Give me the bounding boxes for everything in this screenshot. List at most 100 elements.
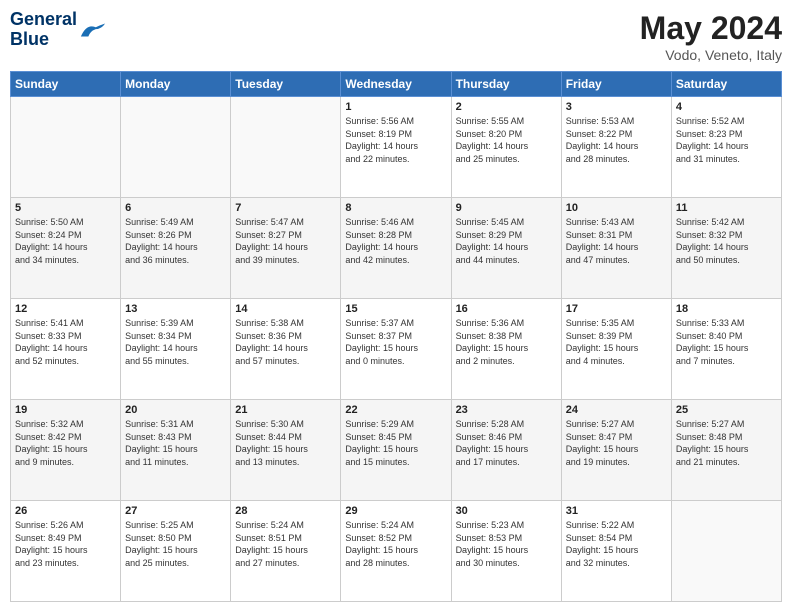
- day-number: 29: [345, 505, 446, 517]
- table-cell: 14 Sunrise: 5:38 AM Sunset: 8:36 PM Dayli…: [231, 299, 341, 400]
- day-info: Sunrise: 5:36 AM Sunset: 8:38 PM Dayligh…: [456, 317, 557, 367]
- table-cell: 11 Sunrise: 5:42 AM Sunset: 8:32 PM Dayli…: [671, 198, 781, 299]
- table-cell: 21 Sunrise: 5:30 AM Sunset: 8:44 PM Dayli…: [231, 400, 341, 501]
- day-info: Sunrise: 5:52 AM Sunset: 8:23 PM Dayligh…: [676, 115, 777, 165]
- header: General Blue May 2024 Vodo, Veneto, Ital…: [10, 10, 782, 63]
- day-number: 30: [456, 505, 557, 517]
- day-number: 3: [566, 101, 667, 113]
- day-number: 22: [345, 404, 446, 416]
- table-cell: [121, 97, 231, 198]
- day-number: 9: [456, 202, 557, 214]
- page-container: General Blue May 2024 Vodo, Veneto, Ital…: [0, 0, 792, 612]
- day-number: 8: [345, 202, 446, 214]
- day-number: 27: [125, 505, 226, 517]
- day-info: Sunrise: 5:29 AM Sunset: 8:45 PM Dayligh…: [345, 418, 446, 468]
- day-info: Sunrise: 5:47 AM Sunset: 8:27 PM Dayligh…: [235, 216, 336, 266]
- day-info: Sunrise: 5:42 AM Sunset: 8:32 PM Dayligh…: [676, 216, 777, 266]
- table-cell: 7 Sunrise: 5:47 AM Sunset: 8:27 PM Daylig…: [231, 198, 341, 299]
- logo-bird-icon: [79, 19, 107, 41]
- table-cell: 19 Sunrise: 5:32 AM Sunset: 8:42 PM Dayli…: [11, 400, 121, 501]
- table-cell: 25Sunrise: 5:27 AM Sunset: 8:48 PM Dayli…: [671, 400, 781, 501]
- table-cell: 28Sunrise: 5:24 AM Sunset: 8:51 PM Dayli…: [231, 501, 341, 602]
- calendar-table: Sunday Monday Tuesday Wednesday Thursday…: [10, 71, 782, 602]
- table-cell: 26 Sunrise: 5:26 AM Sunset: 8:49 PM Dayli…: [11, 501, 121, 602]
- day-info: Sunrise: 5:38 AM Sunset: 8:36 PM Dayligh…: [235, 317, 336, 367]
- logo-general-dark: General: [10, 9, 77, 29]
- subtitle: Vodo, Veneto, Italy: [640, 47, 782, 63]
- day-info: Sunrise: 5:56 AM Sunset: 8:19 PM Dayligh…: [345, 115, 446, 165]
- day-number: 5: [15, 202, 116, 214]
- table-cell: 4 Sunrise: 5:52 AM Sunset: 8:23 PM Daylig…: [671, 97, 781, 198]
- table-cell: 13Sunrise: 5:39 AM Sunset: 8:34 PM Dayli…: [121, 299, 231, 400]
- day-info: Sunrise: 5:41 AM Sunset: 8:33 PM Dayligh…: [15, 317, 116, 367]
- calendar-header-row: Sunday Monday Tuesday Wednesday Thursday…: [11, 72, 782, 97]
- day-info: Sunrise: 5:25 AM Sunset: 8:50 PM Dayligh…: [125, 519, 226, 569]
- logo-general-text: General: [10, 9, 77, 29]
- table-cell: 30Sunrise: 5:23 AM Sunset: 8:53 PM Dayli…: [451, 501, 561, 602]
- day-info: Sunrise: 5:49 AM Sunset: 8:26 PM Dayligh…: [125, 216, 226, 266]
- day-info: Sunrise: 5:26 AM Sunset: 8:49 PM Dayligh…: [15, 519, 116, 569]
- table-cell: 9Sunrise: 5:45 AM Sunset: 8:29 PM Daylig…: [451, 198, 561, 299]
- day-info: Sunrise: 5:27 AM Sunset: 8:47 PM Dayligh…: [566, 418, 667, 468]
- table-cell: [11, 97, 121, 198]
- day-number: 31: [566, 505, 667, 517]
- day-number: 26: [15, 505, 116, 517]
- day-number: 25: [676, 404, 777, 416]
- main-title: May 2024: [640, 10, 782, 47]
- day-info: Sunrise: 5:43 AM Sunset: 8:31 PM Dayligh…: [566, 216, 667, 266]
- day-info: Sunrise: 5:32 AM Sunset: 8:42 PM Dayligh…: [15, 418, 116, 468]
- table-cell: 15 Sunrise: 5:37 AM Sunset: 8:37 PM Dayli…: [341, 299, 451, 400]
- calendar-week-4: 19 Sunrise: 5:32 AM Sunset: 8:42 PM Dayli…: [11, 400, 782, 501]
- day-number: 11: [676, 202, 777, 214]
- day-number: 4: [676, 101, 777, 113]
- day-number: 12: [15, 303, 116, 315]
- day-info: Sunrise: 5:30 AM Sunset: 8:44 PM Dayligh…: [235, 418, 336, 468]
- table-cell: 17Sunrise: 5:35 AM Sunset: 8:39 PM Dayli…: [561, 299, 671, 400]
- day-number: 15: [345, 303, 446, 315]
- table-cell: 23Sunrise: 5:28 AM Sunset: 8:46 PM Dayli…: [451, 400, 561, 501]
- day-number: 19: [15, 404, 116, 416]
- day-info: Sunrise: 5:53 AM Sunset: 8:22 PM Dayligh…: [566, 115, 667, 165]
- calendar-body: 1 Sunrise: 5:56 AM Sunset: 8:19 PM Daylig…: [11, 97, 782, 602]
- day-number: 2: [456, 101, 557, 113]
- day-number: 21: [235, 404, 336, 416]
- col-monday: Monday: [121, 72, 231, 97]
- col-wednesday: Wednesday: [341, 72, 451, 97]
- day-number: 10: [566, 202, 667, 214]
- day-info: Sunrise: 5:37 AM Sunset: 8:37 PM Dayligh…: [345, 317, 446, 367]
- day-info: Sunrise: 5:28 AM Sunset: 8:46 PM Dayligh…: [456, 418, 557, 468]
- col-thursday: Thursday: [451, 72, 561, 97]
- table-cell: 31 Sunrise: 5:22 AM Sunset: 8:54 PM Dayli…: [561, 501, 671, 602]
- day-number: 14: [235, 303, 336, 315]
- day-info: Sunrise: 5:22 AM Sunset: 8:54 PM Dayligh…: [566, 519, 667, 569]
- day-number: 6: [125, 202, 226, 214]
- calendar-week-1: 1 Sunrise: 5:56 AM Sunset: 8:19 PM Daylig…: [11, 97, 782, 198]
- table-cell: [231, 97, 341, 198]
- day-number: 20: [125, 404, 226, 416]
- table-cell: 1 Sunrise: 5:56 AM Sunset: 8:19 PM Daylig…: [341, 97, 451, 198]
- table-cell: 6 Sunrise: 5:49 AM Sunset: 8:26 PM Daylig…: [121, 198, 231, 299]
- calendar-week-5: 26 Sunrise: 5:26 AM Sunset: 8:49 PM Dayli…: [11, 501, 782, 602]
- logo-blue-text: Blue: [10, 29, 49, 49]
- table-cell: 24Sunrise: 5:27 AM Sunset: 8:47 PM Dayli…: [561, 400, 671, 501]
- day-number: 7: [235, 202, 336, 214]
- title-block: May 2024 Vodo, Veneto, Italy: [640, 10, 782, 63]
- col-saturday: Saturday: [671, 72, 781, 97]
- table-cell: 16Sunrise: 5:36 AM Sunset: 8:38 PM Dayli…: [451, 299, 561, 400]
- table-cell: [671, 501, 781, 602]
- table-cell: 5Sunrise: 5:50 AM Sunset: 8:24 PM Daylig…: [11, 198, 121, 299]
- table-cell: 10 Sunrise: 5:43 AM Sunset: 8:31 PM Dayli…: [561, 198, 671, 299]
- day-info: Sunrise: 5:24 AM Sunset: 8:51 PM Dayligh…: [235, 519, 336, 569]
- day-info: Sunrise: 5:33 AM Sunset: 8:40 PM Dayligh…: [676, 317, 777, 367]
- calendar-week-2: 5Sunrise: 5:50 AM Sunset: 8:24 PM Daylig…: [11, 198, 782, 299]
- table-cell: 18 Sunrise: 5:33 AM Sunset: 8:40 PM Dayli…: [671, 299, 781, 400]
- day-info: Sunrise: 5:55 AM Sunset: 8:20 PM Dayligh…: [456, 115, 557, 165]
- day-number: 18: [676, 303, 777, 315]
- day-info: Sunrise: 5:31 AM Sunset: 8:43 PM Dayligh…: [125, 418, 226, 468]
- table-cell: 27 Sunrise: 5:25 AM Sunset: 8:50 PM Dayli…: [121, 501, 231, 602]
- day-info: Sunrise: 5:35 AM Sunset: 8:39 PM Dayligh…: [566, 317, 667, 367]
- day-number: 1: [345, 101, 446, 113]
- table-cell: 2 Sunrise: 5:55 AM Sunset: 8:20 PM Daylig…: [451, 97, 561, 198]
- table-cell: 12 Sunrise: 5:41 AM Sunset: 8:33 PM Dayli…: [11, 299, 121, 400]
- table-cell: 22 Sunrise: 5:29 AM Sunset: 8:45 PM Dayli…: [341, 400, 451, 501]
